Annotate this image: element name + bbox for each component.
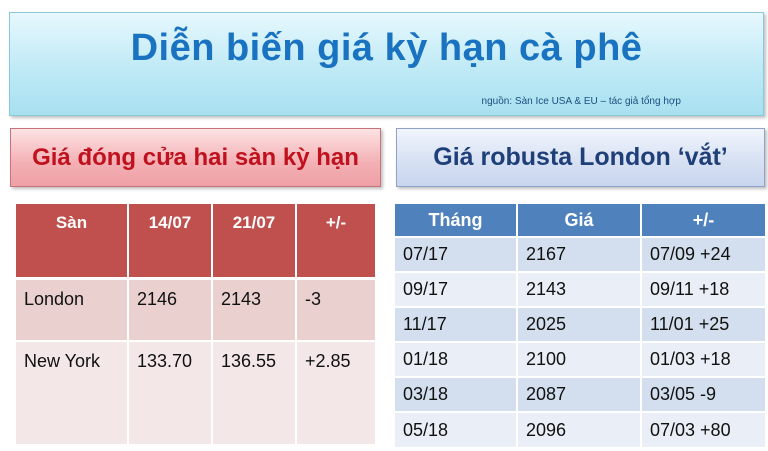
- column-header: Giá: [517, 204, 642, 237]
- table-cell: 05/18: [395, 411, 518, 447]
- table-cell: 07/03 +80: [641, 411, 765, 447]
- source-note: nguồn: Sàn Ice USA & EU – tác giả tổng h…: [481, 96, 681, 107]
- table-row: 11/17 2025 11/01 +25: [395, 306, 765, 342]
- table-cell: London: [16, 278, 129, 342]
- table-row: London 2146 2143 -3: [16, 278, 375, 342]
- table-cell: New York: [16, 341, 129, 444]
- table-cell: 2087: [517, 376, 642, 412]
- table-cell: 2100: [517, 341, 642, 377]
- table-cell: 09/17: [395, 271, 518, 307]
- table-cell: 07/17: [395, 236, 518, 272]
- table-header-row: Tháng Giá +/-: [395, 204, 765, 237]
- left-panel-heading: Giá đóng cửa hai sàn kỳ hạn: [10, 128, 381, 187]
- table-cell: 2146: [128, 278, 213, 342]
- table-cell: 2167: [517, 236, 642, 272]
- column-header: 21/07: [212, 204, 297, 278]
- title-banner: Diễn biến giá kỳ hạn cà phê nguồn: Sàn I…: [9, 12, 764, 116]
- column-header: Tháng: [395, 204, 518, 237]
- table-row: 03/18 2087 03/05 -9: [395, 376, 765, 412]
- right-panel-heading: Giá robusta London ‘vắt’: [396, 128, 765, 187]
- table-cell: 07/09 +24: [641, 236, 765, 272]
- column-header: Sàn: [16, 204, 129, 278]
- table-cell: 09/11 +18: [641, 271, 765, 307]
- closing-price-table: Sàn 14/07 21/07 +/- London 2146 2143 -3 …: [16, 204, 375, 444]
- table-cell: 11/17: [395, 306, 518, 342]
- table-cell: 136.55: [212, 341, 297, 444]
- table-row: 05/18 2096 07/03 +80: [395, 411, 765, 447]
- robusta-price-table: Tháng Giá +/- 07/17 2167 07/09 +24 09/17…: [395, 204, 765, 447]
- table-header-row: Sàn 14/07 21/07 +/-: [16, 204, 375, 278]
- column-header: +/-: [296, 204, 375, 278]
- table-row: New York 133.70 136.55 +2.85: [16, 341, 375, 444]
- table-cell: 01/03 +18: [641, 341, 765, 377]
- table-cell: +2.85: [296, 341, 375, 444]
- table-cell: 133.70: [128, 341, 213, 444]
- table-row: 09/17 2143 09/11 +18: [395, 271, 765, 307]
- table-cell: 2143: [212, 278, 297, 342]
- table-cell: 2143: [517, 271, 642, 307]
- table-row: 01/18 2100 01/03 +18: [395, 341, 765, 377]
- table-cell: 03/05 -9: [641, 376, 765, 412]
- page-title: Diễn biến giá kỳ hạn cà phê: [130, 27, 643, 69]
- table-cell: 2096: [517, 411, 642, 447]
- column-header: 14/07: [128, 204, 213, 278]
- table-row: 07/17 2167 07/09 +24: [395, 236, 765, 272]
- table-cell: 2025: [517, 306, 642, 342]
- table-cell: 11/01 +25: [641, 306, 765, 342]
- column-header: +/-: [641, 204, 765, 237]
- table-cell: -3: [296, 278, 375, 342]
- table-cell: 01/18: [395, 341, 518, 377]
- table-cell: 03/18: [395, 376, 518, 412]
